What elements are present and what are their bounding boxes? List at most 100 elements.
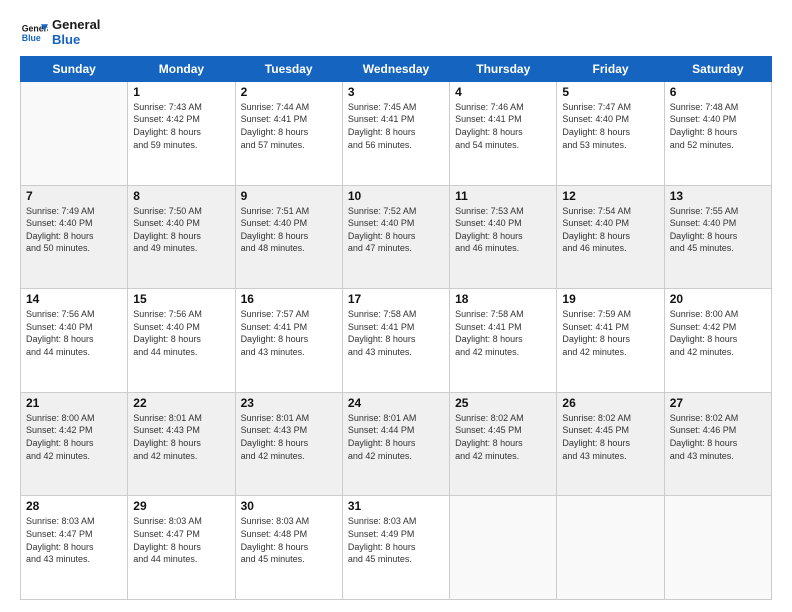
day-number: 28 — [26, 499, 122, 513]
calendar-cell: 8 Sunrise: 7:50 AMSunset: 4:40 PMDaylight… — [128, 185, 235, 289]
day-number: 19 — [562, 292, 658, 306]
day-number: 30 — [241, 499, 337, 513]
calendar-cell: 25Sunrise: 8:02 AMSunset: 4:45 PMDayligh… — [450, 392, 557, 496]
calendar-cell: 17Sunrise: 7:58 AMSunset: 4:41 PMDayligh… — [342, 289, 449, 393]
weekday-header-saturday: Saturday — [664, 56, 771, 81]
logo-general: General — [52, 18, 100, 33]
day-info: Sunrise: 7:59 AMSunset: 4:41 PMDaylight:… — [562, 308, 658, 358]
calendar-cell: 22 Sunrise: 8:01 AMSunset: 4:43 PMDayligh… — [128, 392, 235, 496]
day-info: Sunrise: 7:54 AMSunset: 4:40 PMDaylight:… — [562, 205, 658, 255]
logo: General Blue General Blue — [20, 18, 100, 48]
day-info: Sunrise: 7:46 AMSunset: 4:41 PMDaylight:… — [455, 101, 551, 151]
day-info: Sunrise: 7:50 AMSunset: 4:40 PMDaylight:… — [133, 205, 229, 255]
calendar-week-row: 1Sunrise: 7:43 AMSunset: 4:42 PMDaylight… — [21, 81, 772, 185]
day-info: Sunrise: 8:03 AMSunset: 4:48 PMDaylight:… — [241, 515, 337, 565]
day-number: 4 — [455, 85, 551, 99]
day-info: Sunrise: 7:47 AMSunset: 4:40 PMDaylight:… — [562, 101, 658, 151]
day-number: 12 — [562, 189, 658, 203]
day-info: Sunrise: 7:56 AMSunset: 4:40 PMDaylight:… — [26, 308, 122, 358]
day-info: Sunrise: 7:53 AMSunset: 4:40 PMDaylight:… — [455, 205, 551, 255]
day-number: 24 — [348, 396, 444, 410]
calendar-cell: 30 Sunrise: 8:03 AMSunset: 4:48 PMDayligh… — [235, 496, 342, 600]
calendar-table: SundayMondayTuesdayWednesdayThursdayFrid… — [20, 56, 772, 600]
day-number: 14 — [26, 292, 122, 306]
calendar-week-row: 28 Sunrise: 8:03 AMSunset: 4:47 PMDayligh… — [21, 496, 772, 600]
calendar-cell: 14 Sunrise: 7:56 AMSunset: 4:40 PMDayligh… — [21, 289, 128, 393]
day-number: 11 — [455, 189, 551, 203]
calendar-week-row: 21 Sunrise: 8:00 AMSunset: 4:42 PMDayligh… — [21, 392, 772, 496]
day-number: 9 — [241, 189, 337, 203]
calendar-cell: 28Sunrise: 8:03 AMSunset: 4:47 PMDayligh… — [21, 496, 128, 600]
day-info: Sunrise: 7:51 AMSunset: 4:40 PMDaylight:… — [241, 205, 337, 255]
day-number: 23 — [241, 396, 337, 410]
calendar-week-row: 14 Sunrise: 7:56 AMSunset: 4:40 PMDayligh… — [21, 289, 772, 393]
day-number: 18 — [455, 292, 551, 306]
weekday-header-thursday: Thursday — [450, 56, 557, 81]
calendar-cell: 2 Sunrise: 7:44 AMSunset: 4:41 PMDaylight… — [235, 81, 342, 185]
header: General Blue General Blue — [20, 18, 772, 48]
day-info: Sunrise: 8:01 AMSunset: 4:43 PMDaylight:… — [241, 412, 337, 462]
calendar-cell — [557, 496, 664, 600]
day-info: Sunrise: 8:03 AMSunset: 4:47 PMDaylight:… — [133, 515, 229, 565]
day-info: Sunrise: 7:56 AMSunset: 4:40 PMDaylight:… — [133, 308, 229, 358]
calendar-cell: 15 Sunrise: 7:56 AMSunset: 4:40 PMDayligh… — [128, 289, 235, 393]
calendar-week-row: 7 Sunrise: 7:49 AMSunset: 4:40 PMDaylight… — [21, 185, 772, 289]
weekday-header-tuesday: Tuesday — [235, 56, 342, 81]
day-number: 22 — [133, 396, 229, 410]
weekday-header-sunday: Sunday — [21, 56, 128, 81]
day-number: 6 — [670, 85, 766, 99]
calendar-cell — [450, 496, 557, 600]
day-info: Sunrise: 8:03 AMSunset: 4:49 PMDaylight:… — [348, 515, 444, 565]
calendar-cell: 12 Sunrise: 7:54 AMSunset: 4:40 PMDayligh… — [557, 185, 664, 289]
day-info: Sunrise: 7:45 AMSunset: 4:41 PMDaylight:… — [348, 101, 444, 151]
day-number: 3 — [348, 85, 444, 99]
logo-blue: Blue — [52, 33, 100, 48]
day-info: Sunrise: 8:02 AMSunset: 4:46 PMDaylight:… — [670, 412, 766, 462]
day-info: Sunrise: 8:02 AMSunset: 4:45 PMDaylight:… — [562, 412, 658, 462]
day-number: 25 — [455, 396, 551, 410]
weekday-header-wednesday: Wednesday — [342, 56, 449, 81]
calendar-cell: 29Sunrise: 8:03 AMSunset: 4:47 PMDayligh… — [128, 496, 235, 600]
day-number: 8 — [133, 189, 229, 203]
day-number: 2 — [241, 85, 337, 99]
calendar-cell — [664, 496, 771, 600]
day-number: 20 — [670, 292, 766, 306]
day-number: 26 — [562, 396, 658, 410]
day-info: Sunrise: 8:00 AMSunset: 4:42 PMDaylight:… — [26, 412, 122, 462]
calendar-cell: 11 Sunrise: 7:53 AMSunset: 4:40 PMDayligh… — [450, 185, 557, 289]
day-info: Sunrise: 7:43 AMSunset: 4:42 PMDaylight:… — [133, 101, 229, 151]
calendar-cell: 16 Sunrise: 7:57 AMSunset: 4:41 PMDayligh… — [235, 289, 342, 393]
day-info: Sunrise: 7:44 AMSunset: 4:41 PMDaylight:… — [241, 101, 337, 151]
day-number: 7 — [26, 189, 122, 203]
day-number: 31 — [348, 499, 444, 513]
calendar-cell: 26 Sunrise: 8:02 AMSunset: 4:45 PMDayligh… — [557, 392, 664, 496]
calendar-cell: 7 Sunrise: 7:49 AMSunset: 4:40 PMDaylight… — [21, 185, 128, 289]
day-info: Sunrise: 8:01 AMSunset: 4:44 PMDaylight:… — [348, 412, 444, 462]
calendar-cell: 6Sunrise: 7:48 AMSunset: 4:40 PMDaylight… — [664, 81, 771, 185]
day-number: 15 — [133, 292, 229, 306]
calendar-cell: 24 Sunrise: 8:01 AMSunset: 4:44 PMDayligh… — [342, 392, 449, 496]
calendar-cell: 5 Sunrise: 7:47 AMSunset: 4:40 PMDaylight… — [557, 81, 664, 185]
day-number: 5 — [562, 85, 658, 99]
calendar-cell: 10Sunrise: 7:52 AMSunset: 4:40 PMDayligh… — [342, 185, 449, 289]
calendar-cell: 3 Sunrise: 7:45 AMSunset: 4:41 PMDaylight… — [342, 81, 449, 185]
day-number: 17 — [348, 292, 444, 306]
day-number: 21 — [26, 396, 122, 410]
calendar-cell: 19 Sunrise: 7:59 AMSunset: 4:41 PMDayligh… — [557, 289, 664, 393]
day-info: Sunrise: 7:52 AMSunset: 4:40 PMDaylight:… — [348, 205, 444, 255]
calendar-cell: 31 Sunrise: 8:03 AMSunset: 4:49 PMDayligh… — [342, 496, 449, 600]
calendar-cell: 23 Sunrise: 8:01 AMSunset: 4:43 PMDayligh… — [235, 392, 342, 496]
day-info: Sunrise: 7:49 AMSunset: 4:40 PMDaylight:… — [26, 205, 122, 255]
day-info: Sunrise: 8:00 AMSunset: 4:42 PMDaylight:… — [670, 308, 766, 358]
day-info: Sunrise: 7:57 AMSunset: 4:41 PMDaylight:… — [241, 308, 337, 358]
calendar-cell: 13Sunrise: 7:55 AMSunset: 4:40 PMDayligh… — [664, 185, 771, 289]
weekday-header-friday: Friday — [557, 56, 664, 81]
day-number: 16 — [241, 292, 337, 306]
calendar-cell: 21 Sunrise: 8:00 AMSunset: 4:42 PMDayligh… — [21, 392, 128, 496]
day-info: Sunrise: 8:01 AMSunset: 4:43 PMDaylight:… — [133, 412, 229, 462]
calendar-cell: 20 Sunrise: 8:00 AMSunset: 4:42 PMDayligh… — [664, 289, 771, 393]
calendar-cell: 9 Sunrise: 7:51 AMSunset: 4:40 PMDaylight… — [235, 185, 342, 289]
weekday-header-monday: Monday — [128, 56, 235, 81]
page: General Blue General Blue SundayMondayTu… — [0, 0, 792, 612]
day-info: Sunrise: 7:58 AMSunset: 4:41 PMDaylight:… — [455, 308, 551, 358]
